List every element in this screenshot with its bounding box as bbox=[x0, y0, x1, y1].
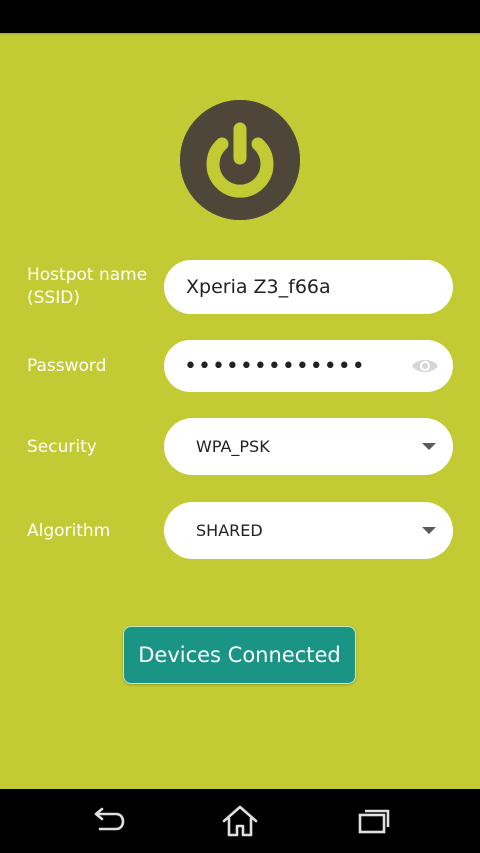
password-label: Password bbox=[27, 356, 107, 376]
ssid-label: Hostpot name (SSID) bbox=[27, 264, 147, 310]
power-button[interactable] bbox=[180, 100, 300, 220]
ssid-row: Hostpot name (SSID) bbox=[0, 260, 480, 314]
power-icon bbox=[180, 100, 300, 220]
ssid-field[interactable] bbox=[164, 260, 453, 314]
chevron-down-icon bbox=[422, 443, 436, 450]
security-dropdown[interactable]: WPA_PSK bbox=[164, 418, 453, 475]
security-row: Security WPA_PSK bbox=[0, 418, 480, 475]
ssid-label-line1: Hostpot name bbox=[27, 265, 148, 285]
app-body: Hostpot name (SSID) Password Security WP… bbox=[0, 0, 480, 789]
ssid-input[interactable] bbox=[164, 260, 453, 314]
algorithm-dropdown[interactable]: SHARED bbox=[164, 502, 453, 559]
home-button[interactable] bbox=[220, 803, 260, 839]
security-label: Security bbox=[27, 437, 97, 457]
chevron-down-icon bbox=[422, 527, 436, 534]
devices-connected-button[interactable]: Devices Connected bbox=[123, 626, 356, 684]
recents-button[interactable] bbox=[354, 803, 394, 839]
recents-icon bbox=[358, 809, 390, 834]
algorithm-label: Algorithm bbox=[27, 521, 111, 541]
password-input[interactable] bbox=[164, 340, 453, 392]
navigation-bar bbox=[0, 789, 480, 853]
back-icon bbox=[94, 807, 125, 831]
home-icon bbox=[222, 805, 258, 837]
algorithm-row: Algorithm SHARED bbox=[0, 502, 480, 559]
back-button[interactable] bbox=[88, 803, 128, 839]
ssid-label-line2: (SSID) bbox=[27, 288, 80, 308]
algorithm-value: SHARED bbox=[196, 521, 263, 540]
security-value: WPA_PSK bbox=[196, 437, 270, 456]
password-field[interactable] bbox=[164, 340, 453, 392]
eye-icon[interactable] bbox=[411, 357, 439, 375]
password-row: Password bbox=[0, 340, 480, 392]
